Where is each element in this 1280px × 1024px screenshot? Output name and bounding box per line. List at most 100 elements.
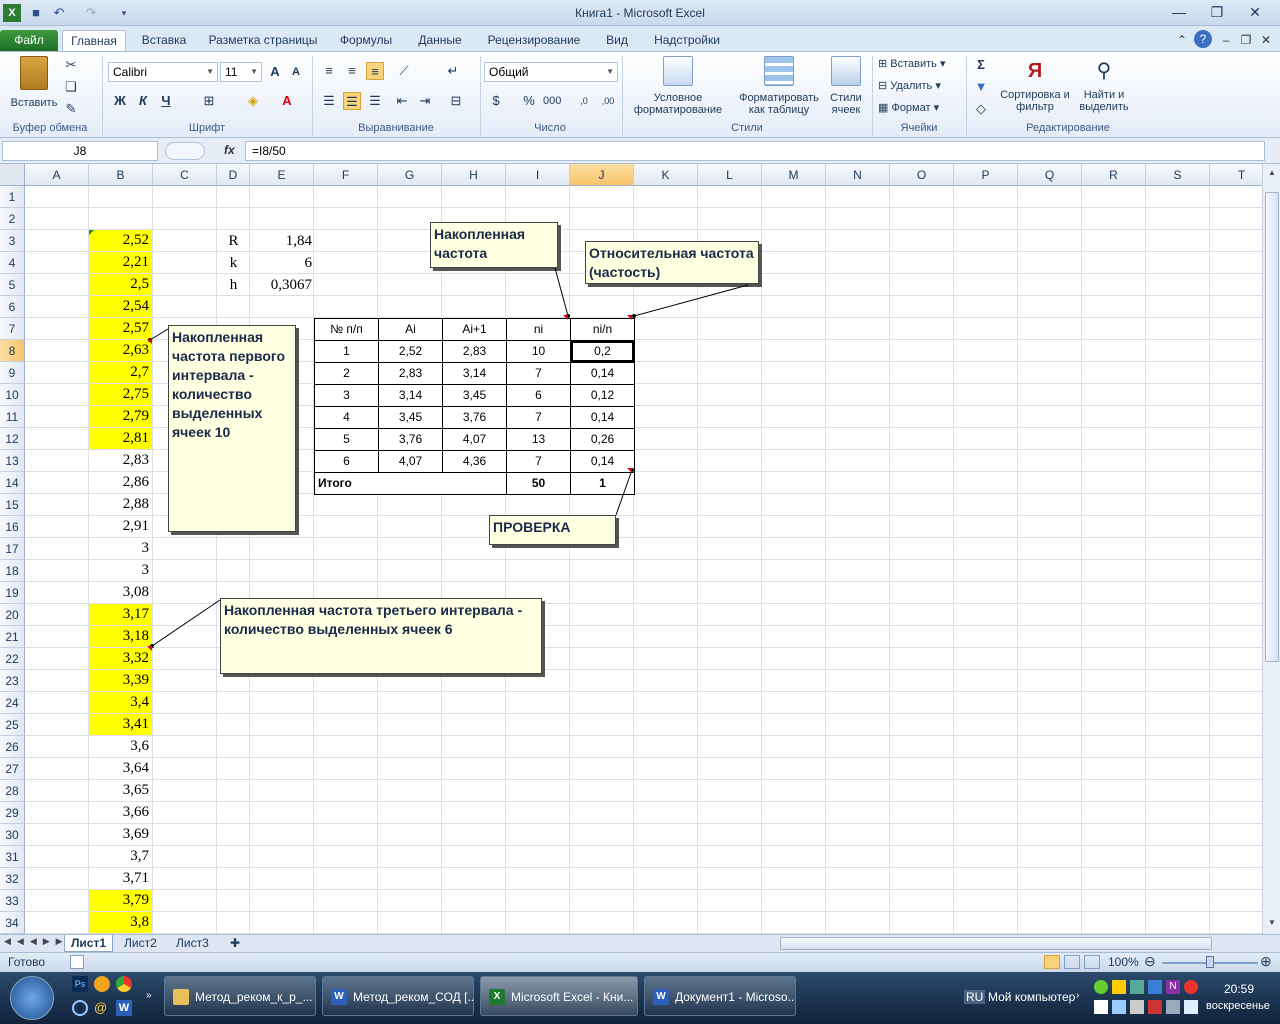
insert-function-button[interactable]: fx xyxy=(224,143,235,157)
format-as-table-button[interactable]: Форматировать как таблицу xyxy=(734,56,824,116)
table-header[interactable]: № п/п xyxy=(314,318,379,341)
fill-icon[interactable]: ▼ xyxy=(972,78,990,96)
grow-font-icon[interactable]: A xyxy=(266,63,284,81)
table-total-ni[interactable]: 50 xyxy=(506,472,571,495)
table-cell[interactable]: 0,14 xyxy=(570,406,635,429)
cell-b8[interactable]: 2,63 xyxy=(89,340,152,361)
comment-third-interval[interactable]: Накопленная частота третьего интервала -… xyxy=(220,598,542,674)
row-header[interactable]: 11 xyxy=(0,406,25,428)
cell-b9[interactable]: 2,7 xyxy=(89,362,152,383)
volume-icon[interactable] xyxy=(1184,1000,1198,1014)
cell-b6[interactable]: 2,54 xyxy=(89,296,152,317)
cell-b26[interactable]: 3,6 xyxy=(89,736,152,757)
cell-b21[interactable]: 3,18 xyxy=(89,626,152,647)
tab-view[interactable]: Вид xyxy=(598,30,636,51)
tab-data[interactable]: Данные xyxy=(410,30,470,51)
cell-b30[interactable]: 3,69 xyxy=(89,824,152,845)
column-header[interactable]: B xyxy=(89,164,153,186)
name-box[interactable]: J8 xyxy=(2,141,158,161)
delete-cells-button[interactable]: ⊟ Удалить ▾ xyxy=(878,80,962,92)
cell-b7[interactable]: 2,57 xyxy=(89,318,152,339)
column-header[interactable]: F xyxy=(314,164,378,186)
toolbar-more-icon[interactable]: › xyxy=(1076,990,1079,1001)
table-cell[interactable]: 3,45 xyxy=(378,406,443,429)
row-header[interactable]: 31 xyxy=(0,846,25,868)
taskbar-item-word-doc[interactable]: W Метод_реком_СОД [... xyxy=(322,976,474,1016)
column-header[interactable]: T xyxy=(1210,164,1262,186)
table-cell[interactable]: 0,26 xyxy=(570,428,635,451)
vertical-scrollbar[interactable]: ▲ ▼ xyxy=(1262,164,1280,934)
row-header[interactable]: 26 xyxy=(0,736,25,758)
align-middle-icon[interactable]: ≡ xyxy=(343,62,361,80)
tab-file[interactable]: Файл xyxy=(0,30,58,51)
table-cell[interactable]: 2,52 xyxy=(378,340,443,363)
comma-style-icon[interactable]: 000 xyxy=(543,92,561,110)
help-icon[interactable]: ? xyxy=(1194,30,1212,48)
font-size-combo[interactable]: 11 ▼ xyxy=(220,62,262,82)
zoom-level[interactable]: 100% xyxy=(1108,955,1139,969)
table-cell[interactable]: 10 xyxy=(506,340,571,363)
cell-b14[interactable]: 2,86 xyxy=(89,472,152,493)
row-header[interactable]: 4 xyxy=(0,252,25,274)
format-painter-icon[interactable]: ✎ xyxy=(62,100,80,118)
bold-button[interactable]: Ж xyxy=(111,92,129,110)
taskbar-item-excel[interactable]: X Microsoft Excel - Кни... xyxy=(480,976,638,1016)
my-computer-toolbar[interactable]: Мой компьютер xyxy=(988,990,1075,1004)
table-cell[interactable]: 3,76 xyxy=(442,406,507,429)
column-header[interactable]: I xyxy=(506,164,570,186)
cell-b10[interactable]: 2,75 xyxy=(89,384,152,405)
word-quick-icon[interactable]: W xyxy=(116,1000,132,1016)
table-cell[interactable]: 3,14 xyxy=(378,384,443,407)
align-top-icon[interactable]: ≡ xyxy=(320,62,338,80)
cell-b19[interactable]: 3,08 xyxy=(89,582,152,603)
cell-b4[interactable]: 2,21 xyxy=(89,252,152,273)
doc-minimize-button[interactable]: – xyxy=(1218,30,1234,51)
copy-icon[interactable]: ❏ xyxy=(62,78,80,96)
sheet-tab-2[interactable]: Лист2 xyxy=(118,935,163,952)
start-button[interactable] xyxy=(10,976,54,1020)
cell-b16[interactable]: 2,91 xyxy=(89,516,152,537)
decrease-indent-icon[interactable]: ⇤ xyxy=(393,92,411,110)
cell-b20[interactable]: 3,17 xyxy=(89,604,152,625)
increase-indent-icon[interactable]: ⇥ xyxy=(416,92,434,110)
row-header[interactable]: 27 xyxy=(0,758,25,780)
tab-page-layout[interactable]: Разметка страницы xyxy=(203,30,323,51)
table-cell[interactable]: 3,45 xyxy=(442,384,507,407)
spreadsheet-grid[interactable]: A B C D E F G H I J K L M N O P Q R S T 1 2 3 4 5 6 7 8 9 10 11 12 13 14 1… xyxy=(0,164,1262,934)
shrink-font-icon[interactable]: A xyxy=(287,63,305,81)
row-header[interactable]: 10 xyxy=(0,384,25,406)
row-header[interactable]: 9 xyxy=(0,362,25,384)
cell-b3[interactable]: 2,52 xyxy=(89,230,152,251)
opera-tray-icon[interactable] xyxy=(1184,980,1198,994)
row-header[interactable]: 17 xyxy=(0,538,25,560)
table-cell[interactable]: 6 xyxy=(506,384,571,407)
doc-restore-button[interactable]: ❐ xyxy=(1238,30,1254,51)
table-total-label[interactable]: Итого xyxy=(314,472,507,495)
row-header[interactable]: 12 xyxy=(0,428,25,450)
table-header[interactable]: Ai xyxy=(378,318,443,341)
quick-launch-more-icon[interactable]: » xyxy=(146,990,152,1001)
zoom-slider-thumb[interactable] xyxy=(1206,956,1214,968)
sort-filter-button[interactable]: Я Сортировка и фильтр xyxy=(1000,56,1070,113)
table-cell[interactable]: 4,07 xyxy=(442,428,507,451)
autosum-icon[interactable]: Σ xyxy=(972,56,990,74)
align-left-icon[interactable]: ☰ xyxy=(320,92,338,110)
table-cell[interactable]: 7 xyxy=(506,450,571,473)
row-header[interactable]: 32 xyxy=(0,868,25,890)
row-header[interactable]: 18 xyxy=(0,560,25,582)
page-layout-view-icon[interactable] xyxy=(1064,955,1080,969)
scroll-down-icon[interactable]: ▼ xyxy=(1265,916,1279,930)
cell-b32[interactable]: 3,71 xyxy=(89,868,152,889)
row-header[interactable]: 14 xyxy=(0,472,25,494)
row-header[interactable]: 30 xyxy=(0,824,25,846)
cell-b13[interactable]: 2,83 xyxy=(89,450,152,471)
tab-addins[interactable]: Надстройки xyxy=(646,30,728,51)
row-header[interactable]: 1 xyxy=(0,186,25,208)
table-cell[interactable]: 2 xyxy=(314,362,379,385)
table-cell[interactable]: 3,14 xyxy=(442,362,507,385)
column-header[interactable]: O xyxy=(890,164,954,186)
column-header[interactable]: D xyxy=(217,164,250,186)
zoom-out-icon[interactable]: ⊖ xyxy=(1144,953,1156,970)
language-indicator[interactable]: RU xyxy=(964,990,986,1004)
cell-b28[interactable]: 3,65 xyxy=(89,780,152,801)
